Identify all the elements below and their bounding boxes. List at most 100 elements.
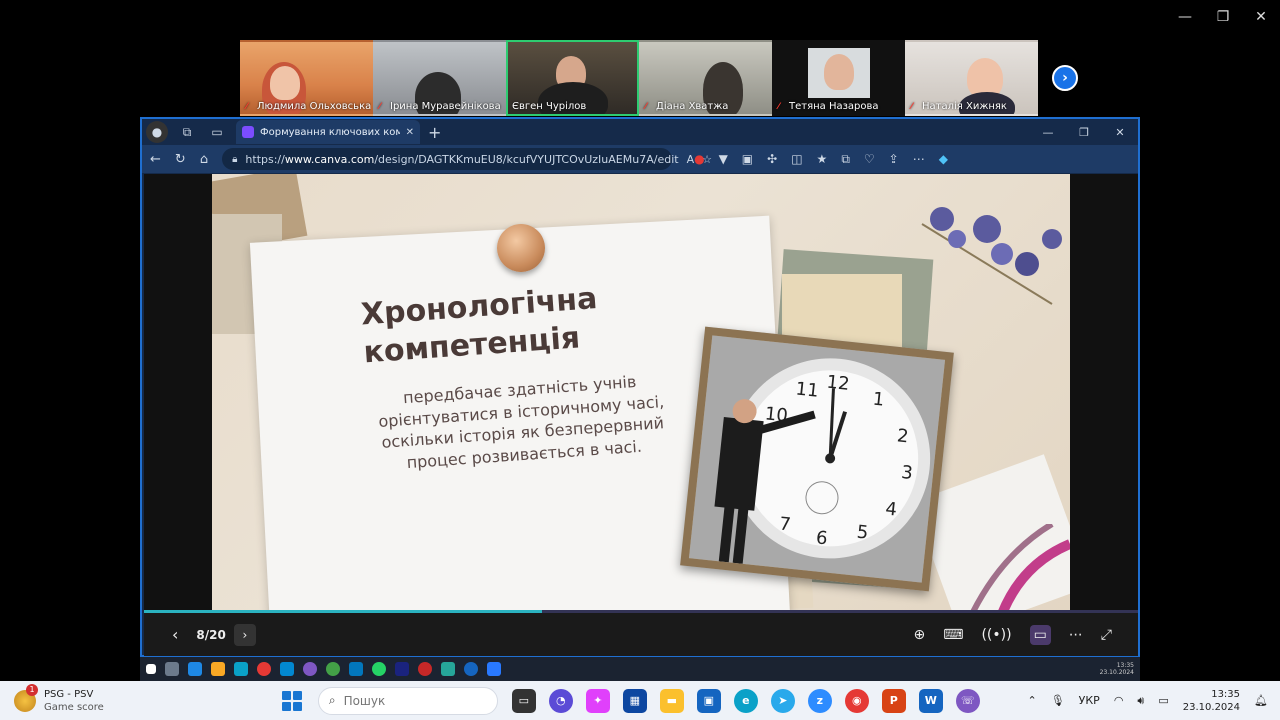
live-icon[interactable]: ((•)) <box>981 627 1011 643</box>
participant-tile[interactable]: ⁄ Діана Хватжа <box>639 40 772 116</box>
svg-text:3: 3 <box>900 462 914 484</box>
photoshop-icon[interactable] <box>395 662 409 676</box>
restore-button[interactable]: ❐ <box>1204 0 1242 34</box>
store-icon[interactable]: ▣ <box>696 688 721 713</box>
more-options-icon[interactable]: ⋯ <box>1069 627 1083 643</box>
battery-icon[interactable]: ▭ <box>1158 694 1168 707</box>
word-icon[interactable]: W <box>918 688 943 713</box>
remote-time: 13:35 <box>1116 661 1134 669</box>
file-explorer-icon[interactable]: ▬ <box>659 688 684 713</box>
chrome-icon[interactable]: ◉ <box>844 688 869 713</box>
chevron-right-icon: › <box>1062 70 1068 86</box>
task-view-icon[interactable] <box>165 662 179 676</box>
zoom-icon[interactable]: z <box>807 688 832 713</box>
app-icon[interactable] <box>280 662 294 676</box>
refresh-icon[interactable]: ↻ <box>175 152 186 167</box>
copilot-icon[interactable]: ✦ <box>585 688 610 713</box>
app-icon[interactable] <box>441 662 455 676</box>
clock[interactable]: 13:35 23.10.2024 <box>1183 688 1240 714</box>
clock-icon: 12 1 2 3 4 5 6 7 10 11 <box>688 335 946 583</box>
svg-text:4: 4 <box>884 498 898 520</box>
search-input[interactable] <box>343 693 454 708</box>
back-icon[interactable]: ← <box>150 152 161 167</box>
next-participants-button[interactable]: › <box>1052 65 1078 91</box>
telegram-icon[interactable]: ➤ <box>770 688 795 713</box>
presenter-view-icon[interactable]: ▭ <box>1029 624 1051 645</box>
shield-icon[interactable]: ▼ <box>719 152 728 167</box>
puzzle-icon[interactable]: ✣ <box>767 152 777 167</box>
url-field[interactable]: 🔒︎ https://www.canva.com/design/DAGTKKmu… <box>222 148 712 170</box>
tab-actions-icon[interactable]: ▭ <box>206 121 228 143</box>
mic-muted-icon: ⁄ <box>645 101 647 112</box>
flower-decoration <box>921 207 1062 305</box>
participant-tile[interactable]: ⁄ Людмила Ольховська <box>240 40 373 116</box>
extension-icon[interactable]: ▣ <box>742 152 753 167</box>
taskbar-search[interactable]: ⌕ <box>317 686 498 715</box>
language-indicator[interactable]: УКР <box>1079 694 1100 707</box>
zoom-window-controls: — ❐ ✕ <box>1166 0 1280 36</box>
microphone-icon[interactable]: 🎙︎ <box>1051 694 1065 707</box>
clock-image: 12 1 2 3 4 5 6 7 10 11 <box>680 326 954 592</box>
new-tab-button[interactable]: + <box>428 123 441 142</box>
fullscreen-icon[interactable]: ⤢ <box>1101 627 1112 643</box>
game-score-widget[interactable]: 1 PSG - PSV Game score <box>14 683 104 714</box>
chevron-up-icon[interactable]: ⌃ <box>1027 694 1036 707</box>
close-button[interactable]: ✕ <box>1242 0 1280 34</box>
svg-text:11: 11 <box>795 378 820 401</box>
favorites-icon[interactable]: ★ <box>817 152 828 167</box>
tab-canva[interactable]: Формування ключових компете ✕ <box>236 120 420 144</box>
app-icon[interactable] <box>188 662 202 676</box>
next-slide-button[interactable]: › <box>233 623 256 646</box>
folder-icon[interactable] <box>211 662 225 676</box>
svg-text:12: 12 <box>826 372 851 395</box>
zoom-in-icon[interactable]: ⊕ <box>914 627 926 643</box>
volume-icon[interactable]: 🔊︎ <box>1137 694 1144 708</box>
page-indicator: 8/20 <box>196 627 226 642</box>
viber-icon[interactable] <box>303 662 317 676</box>
telegram-icon[interactable] <box>349 662 363 676</box>
viber-icon[interactable]: ☏ <box>955 688 980 713</box>
home-icon[interactable]: ⌂ <box>200 152 208 167</box>
profile-icon[interactable]: ● <box>146 121 168 143</box>
zoom-icon[interactable] <box>487 662 501 676</box>
browser-close-button[interactable]: ✕ <box>1102 126 1138 139</box>
app-icon[interactable] <box>418 662 432 676</box>
whatsapp-icon[interactable] <box>372 662 386 676</box>
split-screen-icon[interactable]: ◫ <box>791 152 802 167</box>
close-tab-icon[interactable]: ✕ <box>406 127 414 138</box>
participant-tile-active[interactable]: Євген Чурілов <box>506 40 639 116</box>
more-icon[interactable]: ⋯ <box>913 152 925 167</box>
participant-tile[interactable]: ⁄ Наталія Хижняк <box>905 40 1038 116</box>
url-prefix: https:// <box>245 152 285 166</box>
copilot-icon[interactable]: ◆ <box>939 152 948 167</box>
browser-restore-button[interactable]: ❐ <box>1066 126 1102 139</box>
participant-tile[interactable]: ⁄ Тетяна Назарова <box>772 40 905 116</box>
notifications-bell-icon[interactable]: 🔔︎ <box>1254 694 1268 707</box>
start-button[interactable] <box>281 690 302 711</box>
wifi-icon[interactable]: ◠ <box>1114 694 1124 707</box>
edge-icon[interactable]: e <box>733 688 758 713</box>
tab-title: Формування ключових компете <box>260 126 400 138</box>
task-view-icon[interactable]: ▭ <box>511 688 536 713</box>
chrome-icon[interactable] <box>326 662 340 676</box>
app-icon[interactable]: ▦ <box>622 688 647 713</box>
workspaces-icon[interactable]: ⧉ <box>176 121 198 143</box>
windows-start-icon[interactable] <box>146 664 156 674</box>
powerpoint-icon[interactable]: P <box>881 688 906 713</box>
minimize-button[interactable]: — <box>1166 0 1204 34</box>
svg-text:1: 1 <box>872 389 886 411</box>
edge-icon[interactable] <box>234 662 248 676</box>
chrome-icon[interactable] <box>257 662 271 676</box>
extension-icon[interactable]: ● <box>694 152 704 167</box>
browser-minimize-button[interactable]: — <box>1030 126 1066 139</box>
collections-icon[interactable]: ⧉ <box>841 152 850 167</box>
remote-date: 23.10.2024 <box>1099 669 1134 676</box>
keyboard-icon[interactable]: ⌨ <box>943 627 963 643</box>
read-aloud-icon[interactable]: A <box>687 153 695 166</box>
previous-slide-button[interactable]: ‹ <box>172 625 178 644</box>
app-icon[interactable] <box>464 662 478 676</box>
participant-tile[interactable]: ⁄ Ірина Муравейнікова <box>373 40 506 116</box>
chat-icon[interactable]: ◔ <box>548 688 573 713</box>
heart-icon[interactable]: ♡ <box>864 152 875 167</box>
share-icon[interactable]: ⇪ <box>889 152 899 167</box>
